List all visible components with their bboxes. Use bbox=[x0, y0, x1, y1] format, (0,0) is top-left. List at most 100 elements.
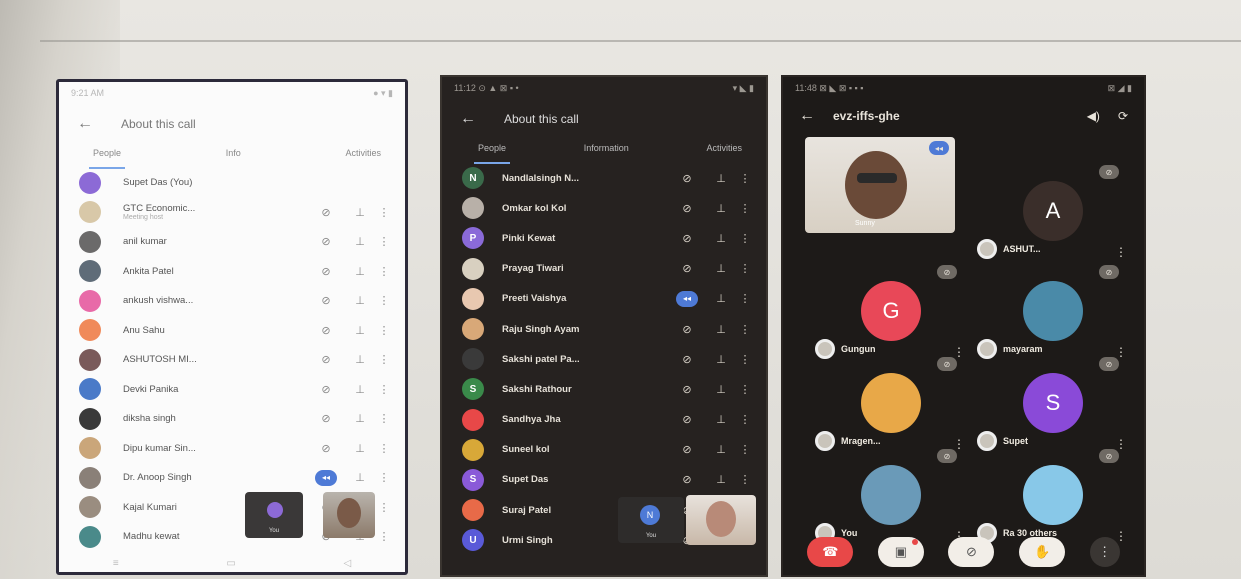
more-vert-icon[interactable]: ⋮ bbox=[1115, 345, 1127, 359]
tab-people[interactable]: People bbox=[473, 143, 511, 164]
more-vert-icon[interactable]: ⋮ bbox=[738, 383, 752, 396]
participant-row[interactable]: ankush vishwa... ⊘ ⊥ ⋮ bbox=[59, 286, 405, 316]
participant-row[interactable]: Prayag Tiwari ⊘ ⊥ ⋮ bbox=[442, 254, 766, 284]
participant-row[interactable]: Dipu kumar Sin... ⊘ ⊥ ⋮ bbox=[59, 434, 405, 464]
more-vert-icon[interactable]: ⋮ bbox=[738, 353, 752, 366]
mic-toggle-button[interactable]: ⊘ bbox=[948, 537, 995, 567]
pin-icon[interactable]: ⊥ bbox=[704, 413, 738, 426]
pin-icon[interactable]: ⊥ bbox=[343, 471, 377, 484]
tab-activities[interactable]: Activities bbox=[345, 148, 381, 164]
more-vert-icon[interactable]: ⋮ bbox=[377, 471, 391, 484]
pin-icon[interactable]: ⊥ bbox=[343, 235, 377, 248]
more-vert-icon[interactable]: ⋮ bbox=[377, 442, 391, 455]
pin-icon[interactable]: ⊥ bbox=[343, 294, 377, 307]
self-preview-tile[interactable]: N You bbox=[618, 497, 684, 543]
participant-tile[interactable]: ⊘ mayaram ⋮ bbox=[967, 265, 1137, 365]
more-vert-icon[interactable]: ⋮ bbox=[738, 172, 752, 185]
pin-icon[interactable]: ⊥ bbox=[704, 292, 738, 305]
participant-row[interactable]: Sandhya Jha ⊘ ⊥ ⋮ bbox=[442, 405, 766, 435]
pin-icon[interactable]: ⊥ bbox=[704, 383, 738, 396]
more-vert-icon[interactable]: ⋮ bbox=[377, 353, 391, 366]
more-vert-icon[interactable]: ⋮ bbox=[738, 323, 752, 336]
switch-camera-icon[interactable]: ⟳ bbox=[1118, 109, 1128, 123]
participant-row[interactable]: S Sakshi Rathour ⊘ ⊥ ⋮ bbox=[442, 374, 766, 404]
more-vert-icon[interactable]: ⋮ bbox=[377, 412, 391, 425]
meeting-code[interactable]: evz-iffs-ghe bbox=[833, 109, 1069, 123]
participant-tile[interactable]: ⊘ G Gungun ⋮ bbox=[805, 265, 975, 365]
self-preview-tile[interactable]: You bbox=[245, 492, 303, 538]
pin-icon[interactable]: ⊥ bbox=[343, 383, 377, 396]
participant-tile[interactable]: ⊘ Mragen... ⋮ bbox=[805, 357, 975, 457]
pin-icon[interactable]: ⊥ bbox=[343, 442, 377, 455]
pin-icon[interactable]: ⊥ bbox=[343, 265, 377, 278]
speaker-video-tile[interactable] bbox=[323, 492, 375, 538]
more-vert-icon[interactable]: ⋮ bbox=[738, 202, 752, 215]
pin-icon[interactable]: ⊥ bbox=[704, 353, 738, 366]
more-vert-icon[interactable]: ⋮ bbox=[738, 473, 752, 486]
tab-people[interactable]: People bbox=[88, 148, 126, 169]
pin-icon[interactable]: ⊥ bbox=[704, 172, 738, 185]
participant-tile[interactable]: ⊘ A ASHUT... ⋮ bbox=[967, 165, 1137, 265]
nav-home-icon[interactable]: ▭ bbox=[226, 558, 235, 569]
speaker-icon[interactable]: ◀) bbox=[1087, 109, 1100, 123]
participant-row[interactable]: Anu Sahu ⊘ ⊥ ⋮ bbox=[59, 316, 405, 346]
self-video-tile[interactable]: ◂◂ Sunny bbox=[805, 137, 955, 233]
participant-tile[interactable]: ⊘ Ra 30 others ⋮ bbox=[967, 449, 1137, 549]
pin-icon[interactable]: ⊥ bbox=[704, 202, 738, 215]
more-vert-icon[interactable]: ⋮ bbox=[377, 530, 391, 543]
speaker-video-tile[interactable] bbox=[686, 495, 756, 545]
end-call-button[interactable]: ☎ bbox=[807, 537, 854, 567]
raise-hand-button[interactable]: ✋ bbox=[1019, 537, 1066, 567]
back-arrow-icon[interactable]: ← bbox=[799, 107, 815, 125]
pin-icon[interactable]: ⊥ bbox=[704, 473, 738, 486]
participant-row[interactable]: anil kumar ⊘ ⊥ ⋮ bbox=[59, 227, 405, 257]
participant-row[interactable]: Dr. Anoop Singh ◂◂ ⊥ ⋮ bbox=[59, 463, 405, 493]
more-vert-icon[interactable]: ⋮ bbox=[377, 324, 391, 337]
more-vert-icon[interactable]: ⋮ bbox=[738, 262, 752, 275]
participant-row[interactable]: N Nandlalsingh N... ⊘ ⊥ ⋮ bbox=[442, 163, 766, 193]
participant-row[interactable]: S Supet Das ⊘ ⊥ ⋮ bbox=[442, 465, 766, 495]
pin-icon[interactable]: ⊥ bbox=[704, 323, 738, 336]
more-vert-icon[interactable]: ⋮ bbox=[738, 443, 752, 456]
more-vert-icon[interactable]: ⋮ bbox=[1115, 437, 1127, 451]
more-vert-icon[interactable]: ⋮ bbox=[738, 232, 752, 245]
more-vert-icon[interactable]: ⋮ bbox=[377, 294, 391, 307]
more-vert-icon[interactable]: ⋮ bbox=[738, 292, 752, 305]
more-vert-icon[interactable]: ⋮ bbox=[377, 206, 391, 219]
more-vert-icon[interactable]: ⋮ bbox=[953, 345, 965, 359]
pin-icon[interactable]: ⊥ bbox=[704, 232, 738, 245]
camera-toggle-button[interactable]: ▣ bbox=[877, 537, 924, 567]
pin-icon[interactable]: ⊥ bbox=[343, 353, 377, 366]
participant-row[interactable]: Suneel kol ⊘ ⊥ ⋮ bbox=[442, 435, 766, 465]
more-vert-icon[interactable]: ⋮ bbox=[377, 235, 391, 248]
more-vert-icon[interactable]: ⋮ bbox=[953, 437, 965, 451]
participant-row[interactable]: Sakshi patel Pa... ⊘ ⊥ ⋮ bbox=[442, 344, 766, 374]
more-vert-icon[interactable]: ⋮ bbox=[738, 413, 752, 426]
more-vert-icon[interactable]: ⋮ bbox=[1115, 245, 1127, 259]
nav-menu-icon[interactable]: ≡ bbox=[113, 558, 119, 569]
pin-icon[interactable]: ⊥ bbox=[343, 324, 377, 337]
more-options-button[interactable]: ⋮ bbox=[1089, 537, 1120, 567]
participant-row[interactable]: Ankita Patel ⊘ ⊥ ⋮ bbox=[59, 257, 405, 287]
participant-tile[interactable]: ⊘ You ⋮ bbox=[805, 449, 975, 549]
participant-row[interactable]: ASHUTOSH MI... ⊘ ⊥ ⋮ bbox=[59, 345, 405, 375]
pin-icon[interactable]: ⊥ bbox=[343, 206, 377, 219]
back-arrow-icon[interactable]: ← bbox=[460, 110, 476, 128]
participant-row[interactable]: Raju Singh Ayam ⊘ ⊥ ⋮ bbox=[442, 314, 766, 344]
participant-row[interactable]: Supet Das (You) bbox=[59, 168, 405, 198]
participant-row[interactable]: Preeti Vaishya ◂◂ ⊥ ⋮ bbox=[442, 284, 766, 314]
participant-row[interactable]: diksha singh ⊘ ⊥ ⋮ bbox=[59, 404, 405, 434]
nav-back-icon[interactable]: ◁ bbox=[343, 558, 351, 569]
participant-tile[interactable]: ⊘ S Supet ⋮ bbox=[967, 357, 1137, 457]
participant-row[interactable]: P Pinki Kewat ⊘ ⊥ ⋮ bbox=[442, 223, 766, 253]
more-vert-icon[interactable]: ⋮ bbox=[377, 501, 391, 514]
participant-row[interactable]: GTC Economic... Meeting host ⊘ ⊥ ⋮ bbox=[59, 198, 405, 228]
back-arrow-icon[interactable]: ← bbox=[77, 115, 93, 133]
pin-icon[interactable]: ⊥ bbox=[704, 443, 738, 456]
tab-info[interactable]: Info bbox=[226, 148, 241, 164]
more-vert-icon[interactable]: ⋮ bbox=[377, 383, 391, 396]
tab-information[interactable]: Information bbox=[584, 143, 629, 159]
participant-row[interactable]: Omkar kol Kol ⊘ ⊥ ⋮ bbox=[442, 193, 766, 223]
tab-activities[interactable]: Activities bbox=[706, 143, 742, 159]
more-vert-icon[interactable]: ⋮ bbox=[377, 265, 391, 278]
